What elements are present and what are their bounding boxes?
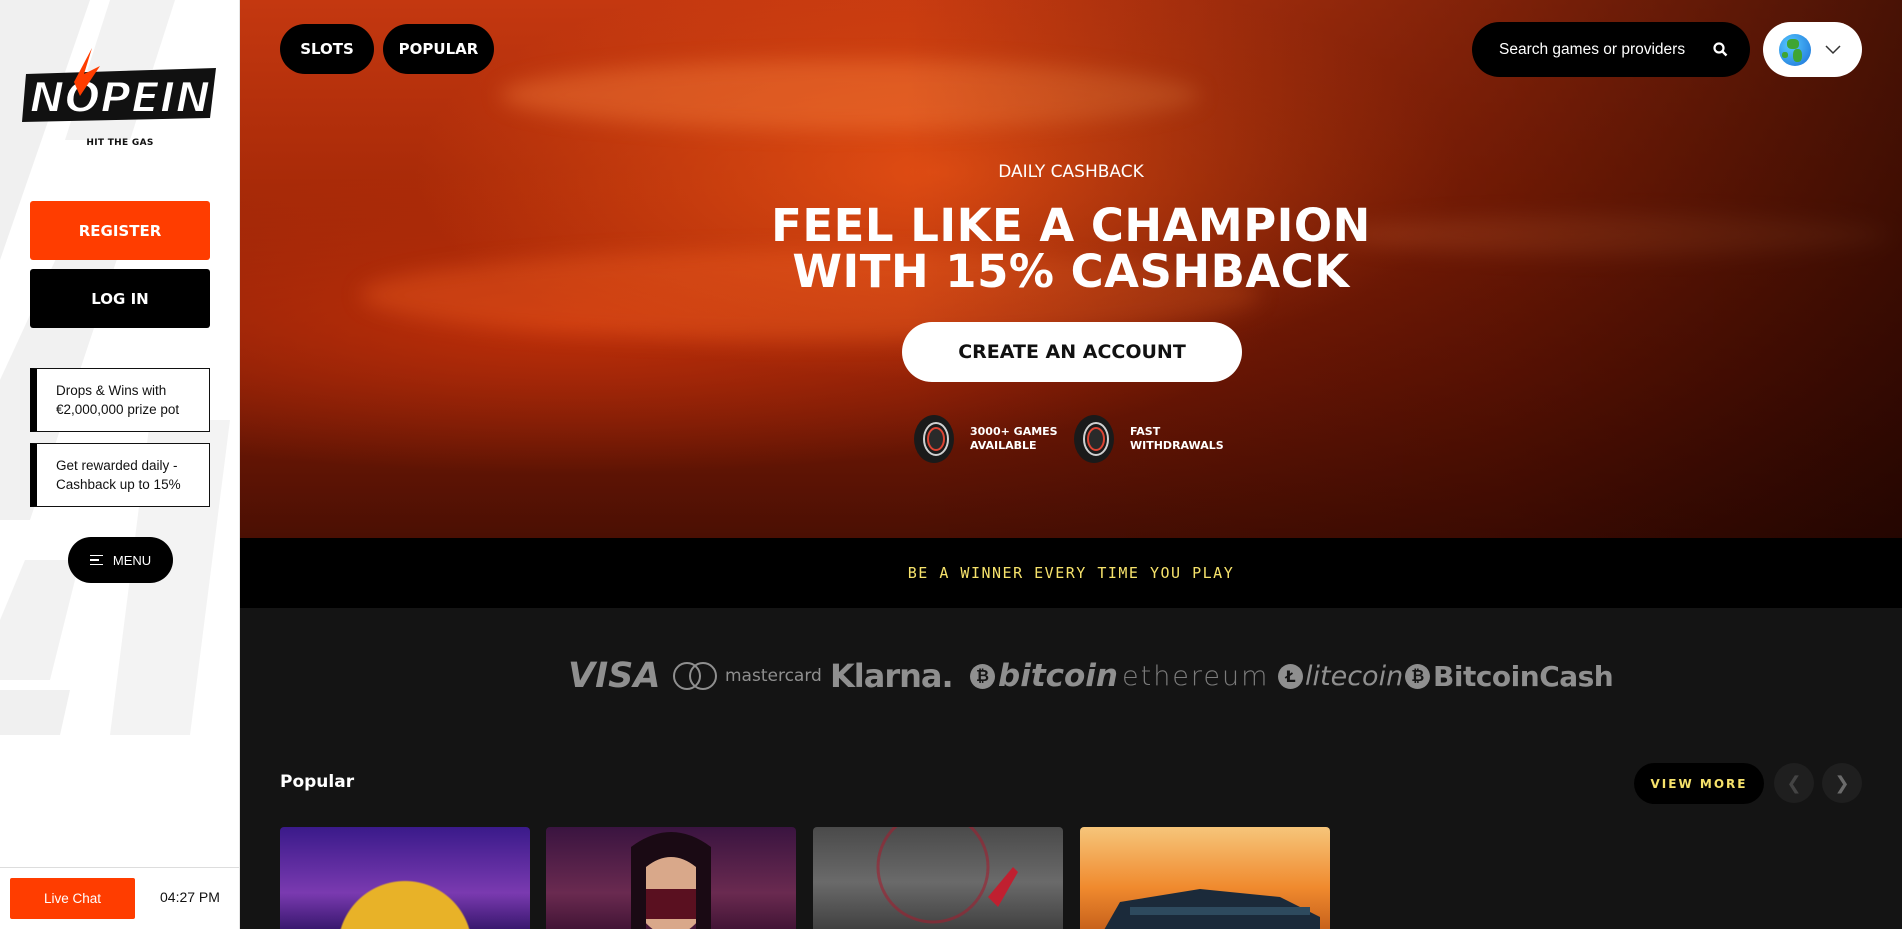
feature-line1: 3000+ GAMES	[970, 425, 1058, 438]
litecoin-icon: Ł	[1278, 663, 1303, 689]
game-tile[interactable]	[280, 827, 530, 929]
register-button[interactable]: REGISTER	[30, 201, 210, 260]
clock: 04:27 PM	[160, 889, 220, 905]
hero-banner: SLOTS POPULAR Search games or providers …	[240, 0, 1902, 538]
mastercard-rings-icon	[673, 662, 717, 690]
login-button[interactable]: LOG IN	[30, 269, 210, 328]
visa-logo: VISA	[568, 656, 661, 696]
hero-title-line1: FEEL LIKE A CHAMPION	[771, 199, 1371, 252]
game-tile-art	[1104, 889, 1320, 929]
hero-eyebrow: DAILY CASHBACK	[998, 162, 1144, 182]
create-account-button[interactable]: CREATE AN ACCOUNT	[902, 322, 1242, 382]
feature-line2: WITHDRAWALS	[1130, 439, 1224, 452]
mastercard-text: mastercard	[725, 666, 822, 686]
ethereum-logo: ethereum	[1122, 660, 1270, 692]
feature-line1: FAST	[1130, 425, 1161, 438]
live-chat-button[interactable]: Live Chat	[10, 878, 135, 919]
search-box[interactable]: Search games or providers	[1472, 22, 1750, 77]
carousel-next-button[interactable]: ❯	[1822, 763, 1862, 803]
game-tile[interactable]	[813, 827, 1063, 929]
carousel-prev-button[interactable]: ❮	[1774, 763, 1814, 803]
view-more-button[interactable]: VIEW MORE	[1634, 763, 1764, 804]
chevron-down-icon	[1825, 44, 1841, 54]
bitcoincash-text: BitcoinCash	[1433, 659, 1614, 693]
payment-methods: VISA mastercard Klarna. ₿ bitcoin ethere…	[240, 650, 1902, 702]
nav-pill-popular[interactable]: POPULAR	[383, 24, 494, 74]
chevron-right-icon: ❯	[1834, 772, 1850, 794]
bitcoincash-logo: ₿ BitcoinCash	[1405, 650, 1614, 702]
language-selector[interactable]	[1763, 22, 1862, 77]
feature-games: 3000+ GAMES AVAILABLE	[912, 414, 1058, 464]
bitcoincash-icon: ₿	[1405, 663, 1430, 689]
mastercard-logo: mastercard	[673, 650, 822, 702]
game-tile-art	[876, 827, 1018, 924]
tagline: HIT THE GAS	[86, 138, 154, 148]
tire-icon	[1074, 415, 1114, 463]
hamburger-icon	[89, 554, 103, 566]
bitcoin-logo: ₿ bitcoin	[970, 650, 1118, 702]
game-tile-art	[631, 832, 711, 929]
game-tile[interactable]	[546, 827, 796, 929]
menu-button[interactable]: MENU	[68, 537, 173, 583]
feature-line2: AVAILABLE	[970, 439, 1037, 452]
promo-text: Drops & Wins with €2,000,000 prize pot	[56, 383, 180, 417]
sidebar: NOPEIN HIT THE GAS REGISTER LOG IN Drops…	[0, 0, 240, 929]
klarna-logo: Klarna.	[830, 657, 954, 695]
menu-label: MENU	[112, 552, 152, 568]
globe-icon	[1779, 33, 1811, 66]
litecoin-logo: Ł litecoin	[1278, 650, 1403, 702]
litecoin-text: litecoin	[1305, 660, 1404, 692]
nav-pill-slots[interactable]: SLOTS	[280, 24, 374, 74]
promo-ribbon: BE A WINNER EVERY TIME YOU PLAY	[240, 538, 1902, 608]
search-placeholder: Search games or providers	[1499, 40, 1686, 58]
nopein-logo[interactable]: NOPEIN	[22, 44, 218, 124]
bitcoin-text: bitcoin	[998, 658, 1119, 694]
popular-section-title: Popular	[280, 772, 355, 792]
logo-text: NOPEIN	[29, 73, 210, 122]
search-icon[interactable]	[1713, 42, 1728, 57]
promo-text: Get rewarded daily - Cashback up to 15%	[56, 458, 181, 492]
bitcoin-icon: ₿	[970, 663, 995, 689]
game-tile[interactable]	[1080, 827, 1330, 929]
hero-title: FEEL LIKE A CHAMPION WITH 15% CASHBACK	[240, 203, 1902, 295]
hero-title-line2: WITH 15% CASHBACK	[792, 245, 1350, 298]
tire-icon	[914, 415, 954, 463]
promo-drops-wins[interactable]: Drops & Wins with €2,000,000 prize pot	[30, 368, 210, 432]
chevron-left-icon: ❮	[1786, 772, 1802, 794]
sidebar-footer: Live Chat 04:27 PM	[0, 867, 239, 929]
feature-withdrawals: FAST WITHDRAWALS	[1072, 414, 1224, 464]
promo-cashback[interactable]: Get rewarded daily - Cashback up to 15%	[30, 443, 210, 507]
main-content: SLOTS POPULAR Search games or providers …	[240, 0, 1902, 929]
